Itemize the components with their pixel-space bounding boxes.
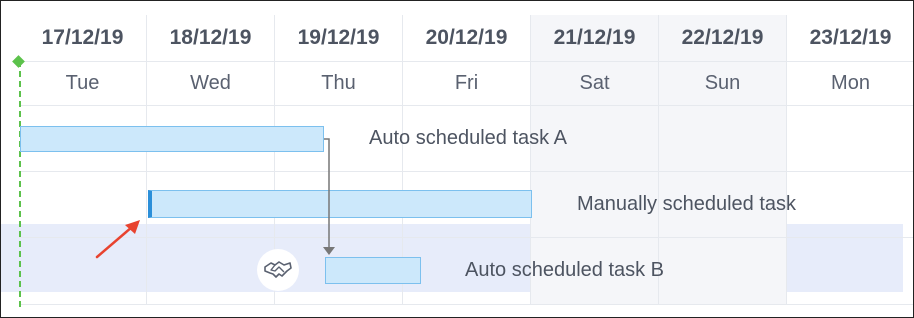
- column-date: 21/12/19: [531, 15, 658, 62]
- column-day: Wed: [147, 61, 274, 106]
- column-date: 23/12/19: [787, 15, 913, 62]
- column-date: 22/12/19: [659, 15, 786, 62]
- task-bar-auto-b[interactable]: [325, 257, 421, 284]
- task-bar-manual[interactable]: [148, 190, 532, 218]
- column-date: 19/12/19: [275, 15, 402, 62]
- column-day: Tue: [19, 61, 146, 106]
- column-date: 18/12/19: [147, 15, 274, 62]
- handshake-icon[interactable]: [257, 249, 299, 291]
- row-divider: [19, 304, 913, 305]
- column-day: Sun: [659, 61, 786, 106]
- column-day: Mon: [787, 61, 913, 106]
- task-label-auto-b: Auto scheduled task B: [465, 259, 665, 281]
- task-bar-auto-a[interactable]: [20, 126, 324, 152]
- today-line: [19, 61, 21, 307]
- task-label-manual: Manually scheduled task: [577, 193, 797, 215]
- column-day: Thu: [275, 61, 402, 106]
- timeline-column: 23/12/19 Mon: [787, 15, 913, 305]
- column-day: Sat: [531, 61, 658, 106]
- column-date: 17/12/19: [19, 15, 146, 62]
- gantt-chart-frame: 17/12/19 Tue 18/12/19 Wed 19/12/19 Thu 2…: [0, 0, 914, 318]
- column-day: Fri: [403, 61, 530, 106]
- timeline-column-weekend: 22/12/19 Sun: [659, 15, 787, 305]
- row-divider: [19, 171, 913, 172]
- gantt-grid: 17/12/19 Tue 18/12/19 Wed 19/12/19 Thu 2…: [12, 15, 913, 307]
- timeline-column: 18/12/19 Wed: [147, 15, 275, 305]
- handshake-icon-glyph: [264, 261, 292, 278]
- column-date: 20/12/19: [403, 15, 530, 62]
- timeline-column: 17/12/19 Tue: [19, 15, 147, 305]
- row-divider: [19, 237, 913, 238]
- task-label-auto-a: Auto scheduled task A: [369, 127, 567, 149]
